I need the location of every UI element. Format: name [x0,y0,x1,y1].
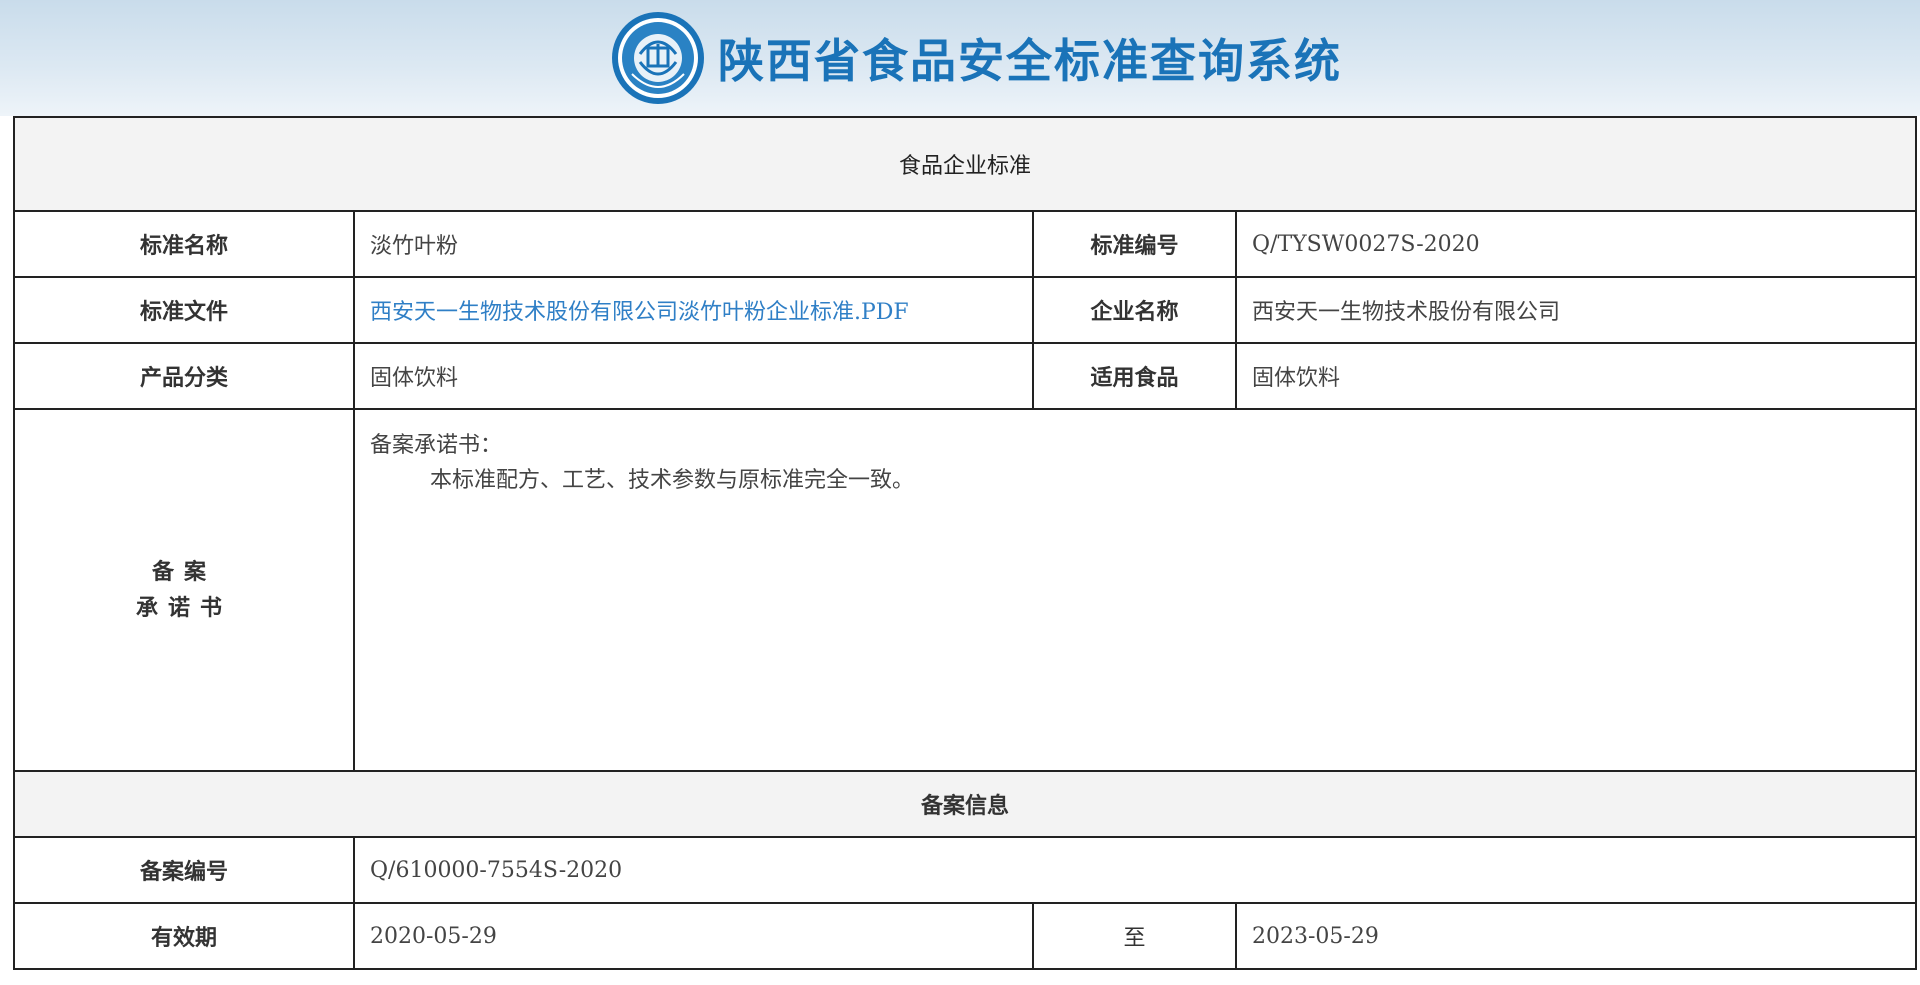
applicable-label: 适用食品 [1032,342,1237,410]
table-row: 标准文件 西安天一生物技术股份有限公司淡竹叶粉企业标准.PDF 企业名称 西安天… [13,276,1918,344]
std-file-label: 标准文件 [13,276,355,344]
food-standard-table: 食品企业标准 标准名称 淡竹叶粉 标准编号 Q/TYSW0027S-2020 标… [12,116,1918,970]
std-file-cell: 西安天一生物技术股份有限公司淡竹叶粉企业标准.PDF [353,276,1034,344]
table-title-row: 食品企业标准 [12,116,1918,212]
valid-to-value: 2023-05-29 [1234,902,1918,970]
category-value: 固体饮料 [353,342,1034,410]
valid-label: 有效期 [13,902,355,970]
site-header: 陕西省食品安全标准查询系统 [0,0,1920,116]
site-title: 陕西省食品安全标准查询系统 [718,34,1342,88]
promise-content: 备案承诺书： 本标准配方、工艺、技术参数与原标准完全一致。 [352,408,1918,772]
applicable-value: 固体饮料 [1234,342,1918,410]
promise-row: 备案 承诺书 备案承诺书： 本标准配方、工艺、技术参数与原标准完全一致。 [13,408,1918,772]
table-row: 产品分类 固体饮料 适用食品 固体饮料 [13,342,1918,410]
promise-label-line1: 备案 [151,559,216,585]
table-row: 有效期 2020-05-29 至 2023-05-29 [13,902,1918,970]
promise-text: 本标准配方、工艺、技术参数与原标准完全一致。 [430,468,915,493]
record-no-value: Q/610000-7554S-2020 [352,836,1918,904]
promise-label: 备案 承诺书 [13,408,355,772]
table-row: 标准名称 淡竹叶粉 标准编号 Q/TYSW0027S-2020 [13,210,1918,278]
promise-title: 备案承诺书： [370,433,503,458]
record-section-row: 备案信息 [12,770,1918,838]
std-name-value: 淡竹叶粉 [353,210,1034,278]
promise-label-line2: 承诺书 [135,595,232,621]
table-title: 食品企业标准 [12,116,1918,212]
company-value: 西安天一生物技术股份有限公司 [1234,276,1918,344]
std-no-value: Q/TYSW0027S-2020 [1234,210,1918,278]
std-no-label: 标准编号 [1032,210,1237,278]
record-section-title: 备案信息 [12,770,1918,838]
table-row: 备案编号 Q/610000-7554S-2020 [13,836,1918,904]
company-label: 企业名称 [1032,276,1237,344]
health-supervision-logo-icon [612,12,704,104]
std-name-label: 标准名称 [13,210,355,278]
std-file-link[interactable]: 西安天一生物技术股份有限公司淡竹叶粉企业标准.PDF [370,300,909,325]
to-label: 至 [1032,902,1237,970]
valid-from-value: 2020-05-29 [353,902,1034,970]
header-brand: 陕西省食品安全标准查询系统 [610,10,1342,106]
record-no-label: 备案编号 [13,836,355,904]
category-label: 产品分类 [13,342,355,410]
